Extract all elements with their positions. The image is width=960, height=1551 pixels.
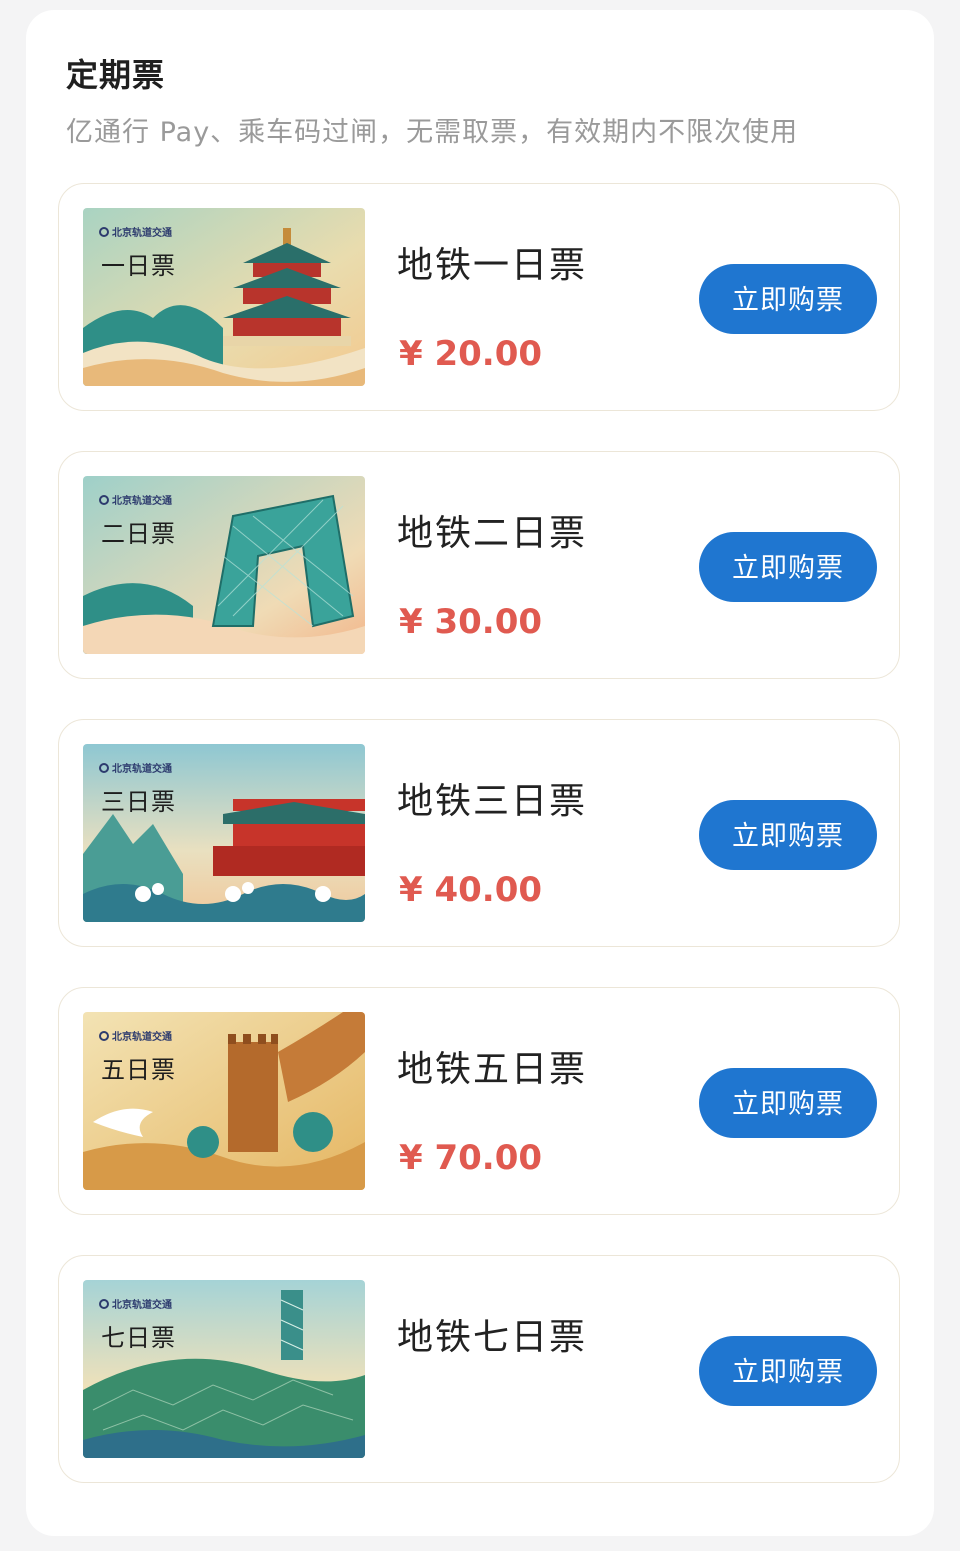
art-brand-text: 北京轨道交通 [112, 764, 172, 775]
temple-of-heaven-illustration: 北京轨道交通 一日票 [83, 208, 365, 386]
buy-button[interactable]: 立即购票 [699, 532, 877, 602]
art-brand-text: 北京轨道交通 [112, 228, 172, 239]
buy-button[interactable]: 立即购票 [699, 264, 877, 334]
cctv-tower-illustration: 北京轨道交通 二日票 [83, 476, 365, 654]
bird-nest-illustration: 北京轨道交通 七日票 [83, 1280, 365, 1458]
buy-button[interactable]: 立即购票 [699, 1068, 877, 1138]
art-label: 七日票 [101, 1324, 176, 1352]
art-label: 一日票 [101, 252, 176, 280]
metro-logo-icon [99, 1030, 109, 1041]
metro-logo-icon [99, 1298, 109, 1309]
ticket-card-3day[interactable]: 北京轨道交通 三日票 地铁三日票 ¥ 40.00 立即购票 [58, 719, 900, 947]
ticket-card-2day[interactable]: 北京轨道交通 二日票 地铁二日票 ¥ 30.00 立即购票 [58, 451, 900, 679]
periodic-ticket-panel: 定期票 亿通行 Pay、乘车码过闸，无需取票，有效期内不限次使用 北京轨道交通 … [26, 10, 934, 1536]
art-brand-text: 北京轨道交通 [112, 1300, 172, 1311]
art-brand-text: 北京轨道交通 [112, 496, 172, 507]
ticket-price: ¥ 40.00 [399, 870, 543, 910]
art-label: 五日票 [101, 1056, 176, 1084]
art-label: 二日票 [101, 520, 176, 548]
art-brand-text: 北京轨道交通 [112, 1032, 172, 1043]
buy-button[interactable]: 立即购票 [699, 800, 877, 870]
ticket-name: 地铁三日票 [397, 781, 588, 822]
ticket-card-7day[interactable]: 北京轨道交通 七日票 地铁七日票 立即购票 [58, 1255, 900, 1483]
section-subtitle: 亿通行 Pay、乘车码过闸，无需取票，有效期内不限次使用 [66, 117, 799, 148]
tiananmen-illustration: 北京轨道交通 三日票 [83, 744, 365, 922]
great-wall-illustration: 北京轨道交通 五日票 [83, 1012, 365, 1190]
metro-logo-icon [99, 226, 109, 237]
ticket-card-5day[interactable]: 北京轨道交通 五日票 地铁五日票 ¥ 70.00 立即购票 [58, 987, 900, 1215]
ticket-name: 地铁一日票 [397, 245, 588, 286]
art-label: 三日票 [101, 788, 176, 816]
section-title: 定期票 [66, 56, 166, 94]
ticket-price: ¥ 70.00 [399, 1138, 543, 1178]
ticket-name: 地铁七日票 [397, 1317, 588, 1358]
ticket-price: ¥ 30.00 [399, 602, 543, 642]
metro-logo-icon [99, 762, 109, 773]
ticket-name: 地铁五日票 [397, 1049, 588, 1090]
metro-logo-icon [99, 494, 109, 505]
buy-button[interactable]: 立即购票 [699, 1336, 877, 1406]
ticket-card-1day[interactable]: 北京轨道交通 一日票 地铁一日票 ¥ 20.00 立即购票 [58, 183, 900, 411]
ticket-price: ¥ 20.00 [399, 334, 543, 374]
ticket-name: 地铁二日票 [397, 513, 588, 554]
